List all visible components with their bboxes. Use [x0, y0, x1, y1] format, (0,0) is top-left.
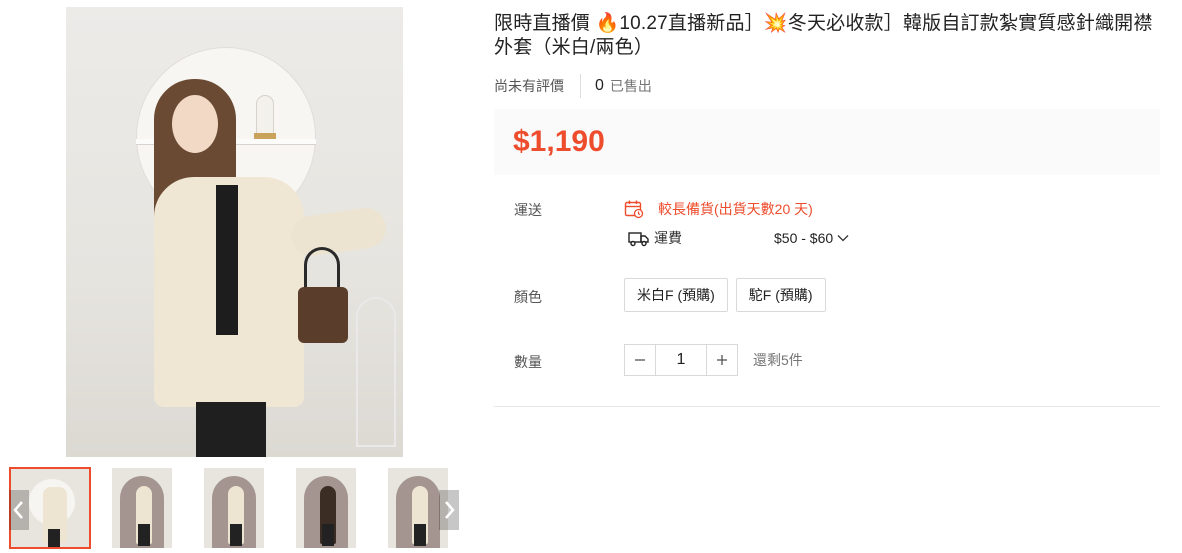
rating-divider	[580, 74, 581, 98]
thumbnail-2[interactable]	[112, 468, 172, 548]
minus-icon	[635, 359, 645, 361]
section-divider	[494, 406, 1160, 407]
chevron-right-icon	[445, 501, 455, 519]
sold-label: 已售出	[609, 78, 652, 94]
rating-sold-row: 尚未有評價 0 已售出	[494, 74, 652, 98]
product-gallery	[0, 0, 468, 553]
background-lamp	[256, 95, 274, 135]
model-face	[172, 95, 218, 153]
color-label: 顏色	[514, 289, 542, 305]
color-option-ivory[interactable]: 米白F (預購)	[624, 278, 728, 312]
quantity-decrease-button[interactable]	[624, 344, 656, 376]
thumbnail-legs	[138, 524, 150, 546]
model-inner-top	[216, 185, 238, 335]
thumbnail-3[interactable]	[204, 468, 264, 548]
product-title: 限時直播價 🔥10.27直播新品］💥冬天必收款］韓版自訂款紮實質感針織開襟外套（…	[494, 13, 1153, 58]
shipping-fee-value: $50 - $60	[774, 230, 834, 246]
no-rating-text: 尚未有評價	[494, 78, 564, 94]
shipping-label: 運送	[514, 202, 542, 218]
background-chair	[356, 297, 396, 447]
color-options: 米白F (預購) 駝F (預購)	[624, 278, 826, 312]
thumbnail-strip	[0, 464, 468, 553]
product-price: $1,190	[513, 125, 605, 158]
thumbnail-legs	[414, 524, 426, 546]
main-product-image[interactable]	[66, 7, 403, 457]
stock-remaining: 還剩5件	[753, 352, 803, 368]
thumbnail-legs	[230, 524, 242, 546]
truck-icon	[628, 232, 649, 247]
gallery-prev-button[interactable]	[9, 490, 29, 530]
thumbnail-legs	[48, 529, 60, 547]
quantity-stepper: 還剩5件	[624, 344, 803, 376]
shipping-lead-time: 較長備貨(出貨天數20 天)	[624, 199, 813, 219]
quantity-label: 數量	[514, 354, 542, 370]
sold-count: 0	[595, 77, 604, 94]
thumbnail-4[interactable]	[296, 468, 356, 548]
gallery-next-button[interactable]	[439, 490, 459, 530]
model-bag	[298, 287, 348, 343]
background-lamp-base	[254, 133, 276, 139]
price-box: $1,190	[494, 109, 1160, 175]
chevron-down-icon	[837, 235, 849, 242]
shipping-lead-time-text: 較長備貨(出貨天數20 天)	[658, 201, 813, 217]
plus-icon	[717, 355, 727, 365]
quantity-input[interactable]	[656, 344, 706, 376]
model-bag-strap	[304, 247, 340, 291]
chevron-left-icon	[13, 501, 23, 519]
color-option-camel[interactable]: 駝F (預購)	[735, 278, 826, 312]
shipping-fee-dropdown[interactable]: 運費 $50 - $60	[628, 228, 858, 248]
shipping-fee-label: 運費	[654, 230, 682, 246]
quantity-increase-button[interactable]	[706, 344, 738, 376]
model-legs	[196, 402, 266, 457]
thumbnail-legs	[322, 524, 334, 546]
calendar-clock-icon	[624, 200, 644, 219]
